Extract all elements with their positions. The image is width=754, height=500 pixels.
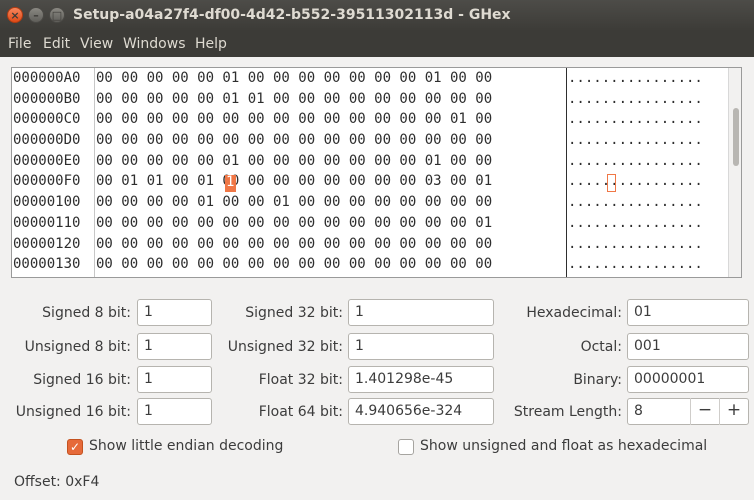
float-32-field[interactable]: 1.401298e-45 [348, 366, 494, 393]
row-bytes[interactable]: 00 00 00 00 00 00 00 00 00 00 00 00 00 0… [96, 256, 492, 272]
row-ascii[interactable]: ................ [568, 173, 703, 189]
minimize-window-button[interactable]: – [28, 7, 44, 23]
check-icon: ✓ [69, 440, 81, 454]
little-endian-label[interactable]: Show little endian decoding [89, 438, 283, 454]
hex-display-label[interactable]: Show unsigned and float as hexadecimal [420, 438, 707, 454]
unsigned-32-field[interactable]: 1 [348, 333, 494, 360]
menu-edit[interactable]: Edit [43, 36, 70, 52]
window-title: Setup-a04a27f4-df00-4d42-b552-3951130211… [73, 7, 511, 23]
row-offset: 000000A0 [13, 70, 81, 86]
octal-field[interactable]: 001 [627, 333, 749, 360]
vertical-scrollbar[interactable] [728, 68, 741, 277]
row-ascii[interactable]: ................ [568, 194, 703, 210]
row-bytes[interactable]: 00 00 00 00 00 00 00 00 00 00 00 00 00 0… [96, 111, 492, 127]
octal-label: Octal: [580, 339, 622, 355]
row-ascii[interactable]: ................ [568, 256, 703, 272]
signed-8-field[interactable]: 1 [137, 299, 212, 326]
row-ascii[interactable]: ................ [568, 153, 703, 169]
hex-cursor-value: 1 [226, 174, 235, 190]
signed-16-label: Signed 16 bit: [33, 372, 131, 388]
hex-view[interactable]: 000000A0 00 00 00 00 00 01 00 00 00 00 00… [11, 67, 742, 278]
row-ascii[interactable]: ................ [568, 111, 703, 127]
row-bytes[interactable]: 00 00 00 00 00 01 00 00 00 00 00 00 00 0… [96, 153, 492, 169]
stream-length-value: 8 [634, 403, 643, 419]
menu-windows[interactable]: Windows [123, 36, 186, 52]
minimize-icon: – [33, 8, 39, 22]
row-offset: 000000E0 [13, 152, 81, 169]
row-offset: 000000C0 [13, 111, 81, 128]
signed-32-field[interactable]: 1 [348, 299, 494, 326]
row-ascii[interactable]: ................ [568, 91, 703, 107]
hexadecimal-label: Hexadecimal: [526, 305, 622, 321]
signed-16-field[interactable]: 1 [137, 366, 212, 393]
float-64-field[interactable]: 4.940656e-324 [348, 398, 494, 425]
row-offset: 00000120 [13, 235, 81, 252]
ascii-divider [566, 68, 567, 277]
hex-cursor: 1 [225, 174, 236, 192]
scrollbar-thumb[interactable] [733, 108, 739, 166]
row-offset: 000000B0 [13, 90, 81, 107]
row-bytes[interactable]: 00 00 00 00 00 00 00 00 00 00 00 00 00 0… [96, 236, 492, 252]
unsigned-16-field[interactable]: 1 [137, 398, 212, 425]
unsigned-32-label: Unsigned 32 bit: [227, 339, 343, 355]
maximize-icon: □ [51, 8, 63, 22]
row-bytes[interactable]: 00 00 00 00 00 01 01 00 00 00 00 00 00 0… [96, 91, 492, 107]
signed-8-label: Signed 8 bit: [42, 305, 131, 321]
title-bar: × – □ Setup-a04a27f4-df00-4d42-b552-3951… [0, 0, 754, 31]
row-ascii[interactable]: ................ [568, 132, 703, 148]
menu-help[interactable]: Help [195, 36, 227, 52]
ascii-cursor [607, 174, 616, 192]
menu-file[interactable]: File [8, 36, 31, 52]
row-offset: 000000D0 [13, 132, 81, 149]
unsigned-16-label: Unsigned 16 bit: [15, 404, 131, 420]
close-window-button[interactable]: × [7, 7, 23, 23]
menu-bar: File Edit View Windows Help [0, 31, 754, 57]
menu-view[interactable]: View [80, 36, 113, 52]
stream-length-increment-button[interactable]: + [719, 398, 748, 425]
row-offset: 00000100 [13, 194, 81, 211]
binary-label: Binary: [573, 372, 622, 388]
hex-display-checkbox[interactable] [398, 439, 414, 455]
close-icon: × [10, 8, 20, 22]
row-ascii[interactable]: ................ [568, 215, 703, 231]
hexadecimal-field[interactable]: 01 [627, 299, 749, 326]
float-64-label: Float 64 bit: [258, 404, 343, 420]
row-bytes[interactable]: 00 00 00 00 00 00 00 00 00 00 00 00 00 0… [96, 215, 492, 231]
unsigned-8-field[interactable]: 1 [137, 333, 212, 360]
little-endian-checkbox[interactable]: ✓ [67, 439, 83, 455]
row-offset: 000000F0 [13, 173, 81, 190]
offset-divider [94, 68, 95, 277]
signed-32-label: Signed 32 bit: [245, 305, 343, 321]
row-bytes[interactable]: 00 00 00 00 00 01 00 00 00 00 00 00 00 0… [96, 70, 492, 86]
stream-length-label: Stream Length: [513, 404, 622, 420]
row-ascii[interactable]: ................ [568, 236, 703, 252]
row-offset: 00000110 [13, 214, 81, 231]
row-bytes[interactable]: 00 00 00 00 00 00 00 00 00 00 00 00 00 0… [96, 132, 492, 148]
row-bytes[interactable]: 00 00 00 00 01 00 00 01 00 00 00 00 00 0… [96, 194, 492, 210]
stream-length-decrement-button[interactable]: − [690, 398, 719, 425]
float-32-label: Float 32 bit: [258, 372, 343, 388]
binary-field[interactable]: 00000001 [627, 366, 749, 393]
status-offset: Offset: 0xF4 [14, 474, 100, 490]
row-bytes[interactable]: 00 01 01 00 01 00 00 00 00 00 00 00 00 0… [96, 173, 492, 189]
row-ascii[interactable]: ................ [568, 70, 703, 86]
unsigned-8-label: Unsigned 8 bit: [24, 339, 131, 355]
maximize-window-button[interactable]: □ [49, 7, 65, 23]
row-offset: 00000130 [13, 256, 81, 273]
